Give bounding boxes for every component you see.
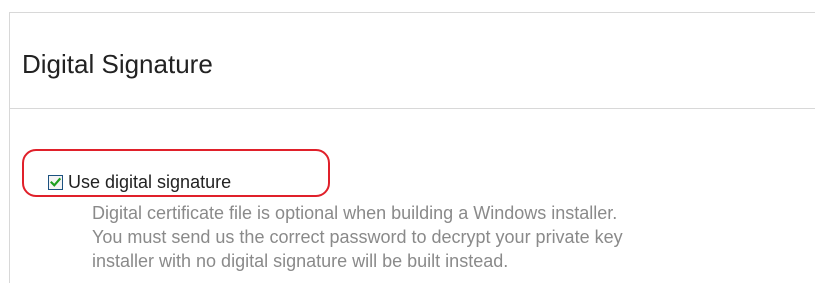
settings-panel: Digital Signature Use digital signature …	[9, 12, 815, 283]
option-description: Digital certificate file is optional whe…	[92, 201, 815, 273]
panel-title: Digital Signature	[22, 49, 213, 79]
use-digital-signature-checkbox[interactable]	[48, 174, 63, 190]
panel-header: Digital Signature	[10, 13, 815, 109]
description-line: installer with no digital signature will…	[92, 251, 509, 271]
use-digital-signature-option[interactable]: Use digital signature	[48, 172, 231, 192]
description-line: You must send us the correct password to…	[92, 227, 623, 247]
use-digital-signature-label[interactable]: Use digital signature	[68, 172, 231, 192]
checkmark-icon	[50, 177, 61, 187]
description-line: Digital certificate file is optional whe…	[92, 203, 618, 223]
